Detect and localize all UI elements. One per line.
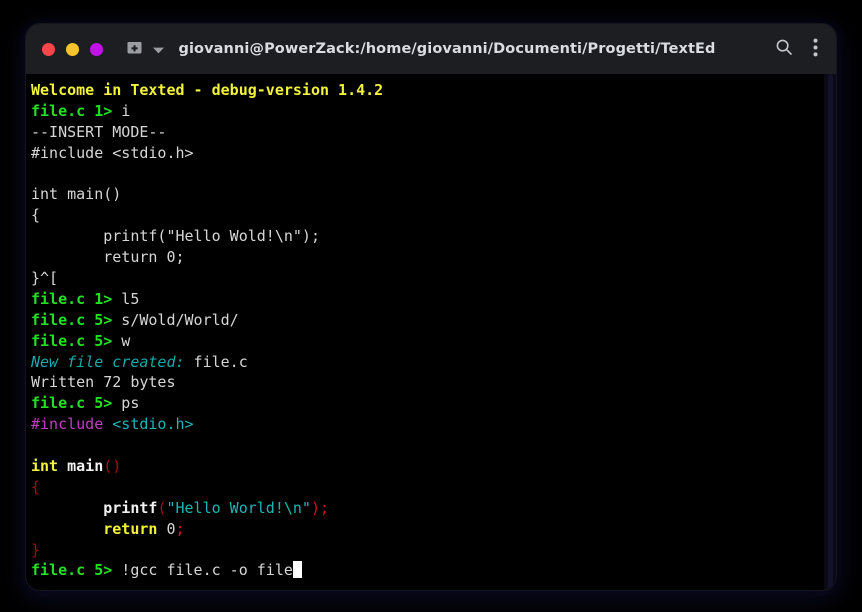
terminal-line-hl-include: #include <stdio.h> (31, 414, 836, 435)
search-icon[interactable] (775, 38, 793, 60)
terminal-text-segment: file.c 1> (31, 101, 113, 120)
terminal-output-area[interactable]: Welcome in Texted - debug-version 1.4.2 f… (26, 74, 836, 590)
terminal-text-segment: printf("Hello Wold!\n"); (31, 227, 320, 246)
terminal-line-cmd-insert: file.c 1> i (31, 101, 836, 122)
new-tab-group (126, 39, 165, 60)
titlebar-actions (775, 38, 822, 61)
terminal-text-segment: s/Wold/World/ (112, 310, 239, 329)
terminal-line-cmd-ps: file.c 5> ps (31, 393, 836, 414)
terminal-text-segment: }^[ (31, 269, 59, 288)
terminal-text-segment: ps (112, 394, 140, 413)
new-tab-icon[interactable] (126, 39, 143, 60)
terminal-text-segment: main (67, 457, 104, 476)
terminal-line-banner: Welcome in Texted - debug-version 1.4.2 (31, 80, 836, 101)
terminal-line-edit-include: #include <stdio.h> (31, 143, 836, 164)
terminal-text-segment: file.c 5> (31, 561, 113, 580)
terminal-text-segment: l5 (112, 289, 140, 308)
terminal-text-segment: return (103, 519, 158, 538)
terminal-lines: Welcome in Texted - debug-version 1.4.2 f… (31, 80, 836, 581)
terminal-text-segment: printf (103, 498, 158, 517)
scrollbar-track[interactable] (824, 74, 836, 590)
terminal-text-segment: file.c 5> (31, 331, 113, 350)
terminal-text-segment: file.c (184, 352, 248, 371)
terminal-text-segment: !gcc file.c -o file (112, 561, 293, 580)
terminal-line-insert-mode: --INSERT MODE-- (31, 122, 836, 143)
window-title: giovanni@PowerZack:/home/giovanni/Docume… (178, 41, 716, 57)
terminal-line-hl-open-brace: { (31, 477, 836, 498)
terminal-text-segment: } (31, 540, 41, 559)
terminal-text-segment: int main() (31, 185, 122, 204)
minimize-window-button[interactable] (66, 42, 79, 56)
terminal-text-segment: { (31, 206, 41, 225)
terminal-window: giovanni@PowerZack:/home/giovanni/Docume… (26, 24, 836, 590)
terminal-line-hl-return: return 0; (31, 519, 836, 540)
terminal-text-segment: Written 72 bytes (31, 373, 176, 392)
terminal-line-edit-return: return 0; (31, 247, 836, 268)
terminal-text-segment: ); (310, 498, 330, 517)
terminal-line-cmd-l5: file.c 1> l5 (31, 289, 836, 310)
terminal-text-segment: Welcome in Texted - debug-version 1.4.2 (31, 81, 384, 99)
terminal-text-segment: --INSERT MODE-- (31, 122, 167, 141)
terminal-text-segment: "Hello World!\n" (166, 498, 311, 517)
terminal-text-segment: return 0; (31, 248, 185, 267)
terminal-line-edit-main: int main() (31, 184, 836, 205)
terminal-text-segment: file.c 1> (31, 289, 113, 308)
text-cursor (292, 561, 302, 579)
terminal-text-segment: New file created: (31, 352, 185, 371)
chevron-down-icon[interactable] (152, 40, 165, 59)
terminal-text-segment: #include (31, 415, 104, 434)
terminal-line-cmd-gcc: file.c 5> !gcc file.c -o file (31, 560, 836, 581)
close-window-button[interactable] (42, 42, 55, 56)
terminal-text-segment: 0 (166, 519, 176, 538)
terminal-line-hl-main: int main() (31, 456, 836, 477)
terminal-text-segment: <stdio.h> (112, 415, 194, 434)
maximize-window-button[interactable] (90, 42, 103, 56)
titlebar: giovanni@PowerZack:/home/giovanni/Docume… (26, 24, 836, 74)
terminal-line-hl-printf: printf("Hello World!\n"); (31, 498, 836, 519)
terminal-text-segment: file.c 5> (31, 310, 113, 329)
terminal-text-segment: () (103, 457, 122, 476)
terminal-line-cmd-sub: file.c 5> s/Wold/World/ (31, 310, 836, 331)
terminal-line-edit-open-brace: { (31, 205, 836, 226)
terminal-line-edit-blank-1 (31, 164, 836, 185)
terminal-text-segment: int (31, 457, 59, 476)
scrollbar-thumb[interactable] (828, 74, 833, 590)
terminal-line-hl-close-brace: } (31, 540, 836, 561)
terminal-line-hl-blank-1 (31, 435, 836, 456)
terminal-line-out-new-file: New file created: file.c (31, 352, 836, 373)
overflow-menu-icon[interactable] (813, 38, 818, 61)
terminal-text-segment: ; (175, 519, 185, 538)
terminal-line-cmd-write: file.c 5> w (31, 331, 836, 352)
terminal-line-edit-printf: printf("Hello Wold!\n"); (31, 226, 836, 247)
terminal-text-segment: w (112, 331, 131, 350)
terminal-text-segment: file.c 5> (31, 394, 113, 413)
terminal-text-segment: #include <stdio.h> (31, 143, 194, 162)
terminal-text-segment: i (112, 101, 131, 120)
terminal-line-edit-close-brace: }^[ (31, 268, 836, 289)
screen: giovanni@PowerZack:/home/giovanni/Docume… (0, 0, 862, 612)
window-controls (42, 42, 103, 56)
terminal-line-out-written: Written 72 bytes (31, 372, 836, 393)
terminal-text-segment: { (31, 477, 41, 496)
